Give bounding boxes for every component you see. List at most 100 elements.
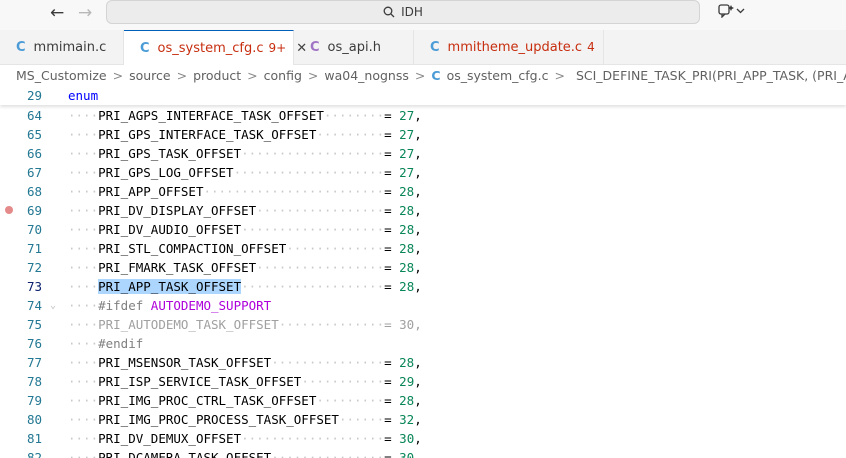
code-line[interactable]: 68 ····PRI_APP_OFFSET····················… (0, 182, 846, 201)
breadcrumb: MS_Customize > source > product > config > w… (0, 64, 846, 86)
equals-operator: = (384, 107, 400, 123)
enum-value: 28 (399, 278, 415, 294)
c-file-icon: C (430, 39, 440, 55)
indent-whitespace: ···· (68, 240, 99, 256)
alignment-whitespace: ········ (323, 107, 385, 123)
chevron-right-icon: > (112, 67, 124, 83)
enum-value: 28 (399, 240, 415, 256)
code-line[interactable]: 78 ····PRI_ISP_SERVICE_TASK_OFFSET·······… (0, 372, 846, 391)
code-line[interactable]: 72 ····PRI_FMARK_TASK_OFFSET·············… (0, 258, 846, 277)
alignment-whitespace: ················· (256, 259, 385, 275)
code-editor[interactable]: 29 enum 64 ····PRI_AGPS_INTERFACE_TASK_OF… (0, 86, 846, 458)
equals-operator: = (384, 259, 400, 275)
breadcrumb-item[interactable]: SCI_DEFINE_TASK_PRI(PRI_APP_TASK, (PRI_A… (576, 68, 846, 83)
line-number: 81 (26, 430, 42, 446)
code-line[interactable]: 76 ····#endif (0, 334, 846, 353)
equals-operator: = (384, 392, 400, 408)
sticky-scroll-line[interactable]: 29 enum (0, 86, 846, 105)
code-line[interactable]: 66 ····PRI_GPS_TASK_OFFSET···············… (0, 144, 846, 163)
breadcrumb-item[interactable]: wa04_nognss (324, 68, 409, 83)
code-line[interactable]: 74 ⌄ ····#ifdef AUTODEMO_SUPPORT (0, 296, 846, 315)
tab-os-system-cfg[interactable]: C os_system_cfg.c 9+ ✕ (124, 30, 307, 65)
code-text: ····PRI_IMG_PROC_PROCESS_TASK_OFFSET····… (68, 410, 422, 429)
comma: , (414, 202, 422, 218)
code-line[interactable]: 75 ····PRI_AUTODEMO_TASK_OFFSET··········… (0, 315, 846, 334)
equals-operator: = (384, 164, 400, 180)
chevron-right-icon: > (554, 67, 565, 83)
tab-os-api[interactable]: C os_api.h (294, 30, 414, 64)
macro-name: AUTODEMO_SUPPORT (150, 297, 272, 313)
code-line[interactable]: 73 ····PRI_APP_TASK_OFFSET···············… (0, 277, 846, 296)
alignment-whitespace: ··················· (241, 145, 385, 161)
breadcrumb-item[interactable]: os_system_cfg.c (447, 68, 549, 83)
code-line[interactable]: 65 ····PRI_GPS_INTERFACE_TASK_OFFSET·····… (0, 125, 846, 144)
comma: , (414, 240, 422, 256)
code-line[interactable]: 81 ····PRI_DV_DEMUX_OFFSET···············… (0, 429, 846, 448)
equals-operator: = (384, 411, 400, 427)
indent-whitespace: ···· (68, 202, 99, 218)
breadcrumb-item[interactable]: config (264, 68, 302, 83)
indent-whitespace: ···· (68, 145, 99, 161)
chevron-down-icon (736, 8, 745, 14)
code-line[interactable]: 80 ····PRI_IMG_PROC_PROCESS_TASK_OFFSET··… (0, 410, 846, 429)
indent-whitespace: ···· (68, 392, 99, 408)
indent-whitespace: ···· (68, 126, 99, 142)
code-line[interactable]: 70 ····PRI_DV_AUDIO_OFFSET···············… (0, 220, 846, 239)
line-number: 64 (26, 107, 42, 123)
code-line[interactable]: 69 ····PRI_DV_DISPLAY_OFFSET·············… (0, 201, 846, 220)
forward-arrow-icon[interactable]: → (78, 4, 92, 22)
alignment-whitespace: ······ (338, 411, 385, 427)
line-number: 80 (26, 411, 42, 427)
code-line[interactable]: 64 ····PRI_AGPS_INTERFACE_TASK_OFFSET····… (0, 106, 846, 125)
indent-whitespace: ···· (68, 411, 99, 427)
equals-operator: = (384, 316, 400, 332)
line-number: 71 (26, 240, 42, 256)
code-line[interactable]: 82 ····PRI_DCAMERA_TASK_OFFSET···········… (0, 448, 846, 458)
code-line[interactable]: 77 ····PRI_MSENSOR_TASK_OFFSET···········… (0, 353, 846, 372)
c-file-icon: C (140, 40, 150, 56)
alignment-whitespace: ···················· (233, 164, 385, 180)
alignment-whitespace: ·············· (278, 316, 385, 332)
alignment-whitespace: ··················· (241, 278, 385, 294)
code-line[interactable]: 71 ····PRI_STL_COMPACTION_OFFSET·········… (0, 239, 846, 258)
code-text: ····PRI_AGPS_INTERFACE_TASK_OFFSET······… (68, 106, 422, 125)
indent-whitespace: ···· (68, 335, 99, 351)
copilot-menu-button[interactable] (718, 4, 745, 18)
enum-constant: PRI_APP_TASK_OFFSET (98, 278, 242, 294)
indent-whitespace: ···· (68, 316, 99, 332)
indent-whitespace: ···· (68, 297, 99, 313)
code-line[interactable]: 67 ····PRI_GPS_LOG_OFFSET················… (0, 163, 846, 182)
equals-operator: = (384, 449, 400, 458)
code-text: ····#ifdef AUTODEMO_SUPPORT (68, 296, 271, 315)
back-arrow-icon[interactable]: ← (50, 4, 64, 22)
alignment-whitespace: ························ (203, 183, 385, 199)
enum-value: 28 (399, 392, 415, 408)
indent-whitespace: ···· (68, 221, 99, 237)
code-keyword: enum (68, 88, 99, 103)
enum-constant: PRI_DV_DISPLAY_OFFSET (98, 202, 257, 218)
tab-mmitheme-update[interactable]: C mmitheme_update.c 4 (414, 30, 604, 64)
line-number: 82 (26, 449, 42, 458)
enum-constant: PRI_GPS_INTERFACE_TASK_OFFSET (98, 126, 317, 142)
comma: , (414, 107, 422, 123)
problem-count-badge: 9+ (268, 41, 287, 55)
search-text: IDH (401, 5, 423, 19)
code-line[interactable]: 79 ····PRI_IMG_PROC_CTRL_TASK_OFFSET·····… (0, 391, 846, 410)
line-number: 73 (26, 278, 42, 294)
preprocessor-directive: #ifdef (98, 297, 144, 313)
breadcrumb-item[interactable]: source (129, 68, 171, 83)
breakpoint-icon (5, 205, 13, 214)
command-center-search[interactable]: IDH (106, 0, 700, 24)
code-text: ····PRI_DV_DEMUX_OFFSET·················… (68, 429, 422, 448)
c-header-file-icon: C (310, 39, 320, 55)
enum-constant: PRI_ISP_SERVICE_TASK_OFFSET (98, 373, 302, 389)
enum-value: 30 (399, 316, 415, 332)
breadcrumb-item[interactable]: product (193, 68, 241, 83)
tab-mmimain[interactable]: C mmimain.c (0, 30, 124, 64)
line-number: 29 (26, 88, 42, 103)
breadcrumb-item[interactable]: MS_Customize (16, 68, 107, 83)
line-number: 68 (26, 183, 42, 199)
alignment-whitespace: ············· (286, 240, 385, 256)
code-text: ····PRI_DCAMERA_TASK_OFFSET·············… (68, 448, 422, 458)
preprocessor-directive: #endif (98, 335, 144, 351)
